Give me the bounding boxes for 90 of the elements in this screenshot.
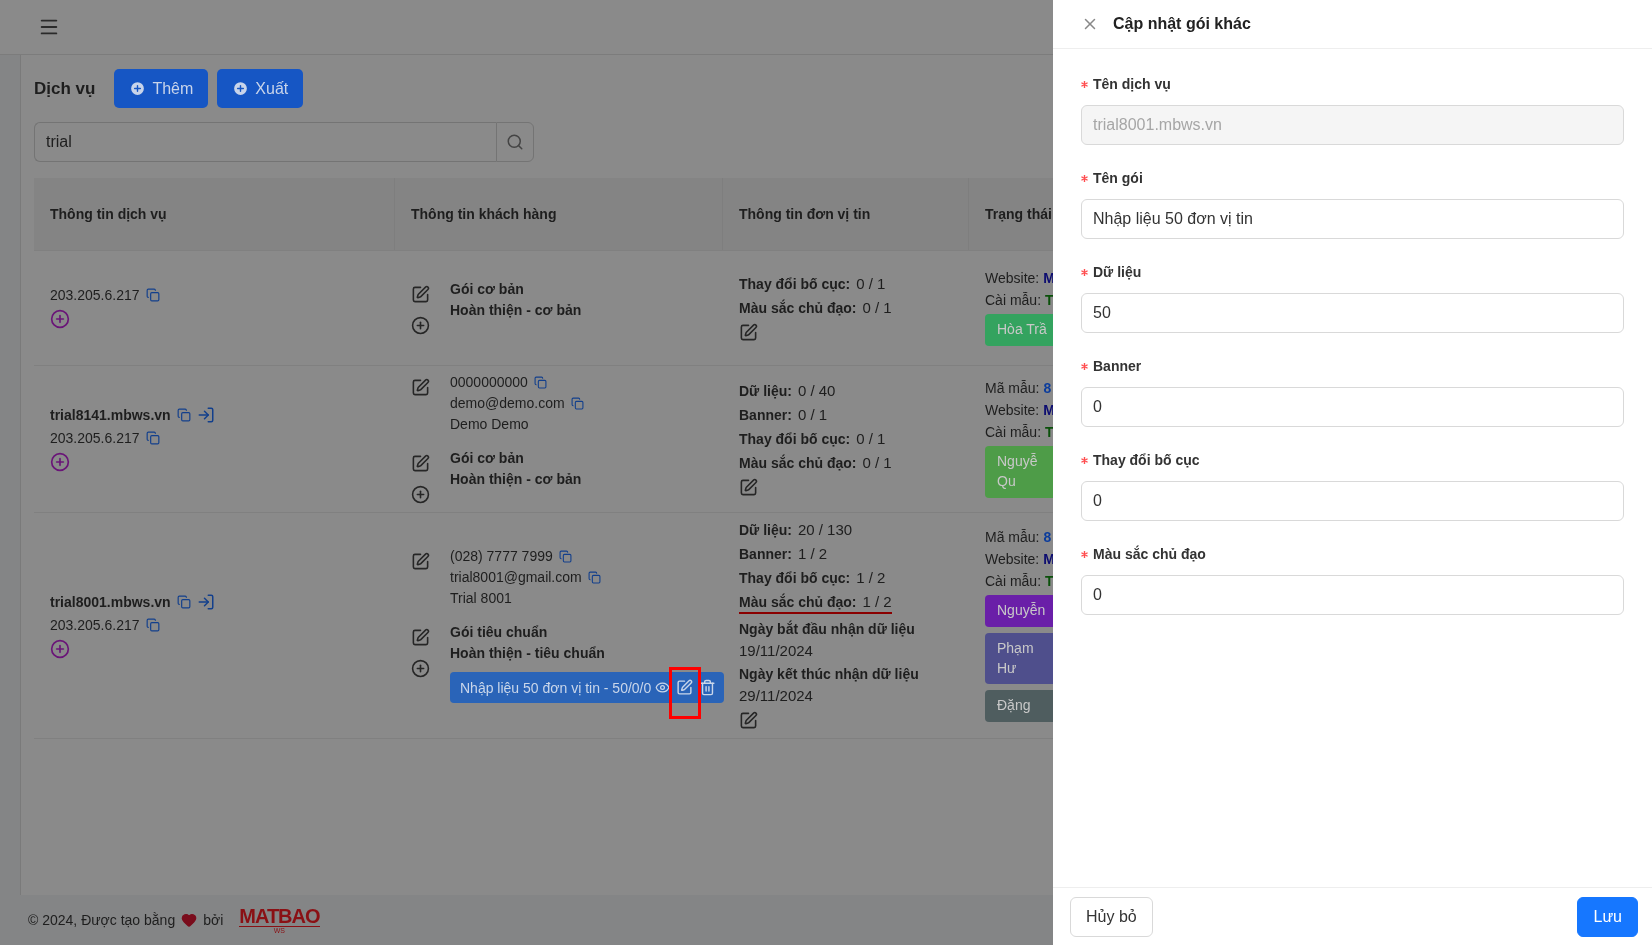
edit-icon[interactable]: [411, 552, 430, 571]
ip-text: 203.205.6.217: [50, 287, 140, 303]
column-header: Thông tin khách hàng: [395, 178, 723, 250]
package-name: Gói tiêu chuẩn: [450, 624, 549, 640]
stat-line: Thay đổi bố cục: 0 / 1: [739, 274, 886, 292]
package-name: Gói cơ bản: [450, 281, 525, 297]
add-icon[interactable]: [411, 316, 430, 335]
copy-icon[interactable]: [570, 396, 584, 410]
field-label: Thay đổi bố cục: [1093, 452, 1200, 468]
status-line: Cài mẫu: T: [985, 424, 1054, 441]
input-field[interactable]: 0: [1081, 481, 1624, 521]
action-button[interactable]: Thêm: [114, 69, 209, 108]
by-text: bởi: [203, 912, 224, 928]
copy-icon[interactable]: [176, 594, 191, 609]
search-icon: [506, 133, 524, 151]
add-icon[interactable]: [50, 309, 70, 329]
page-title: Dịch vụ: [34, 78, 96, 99]
domain-text: trial8141.mbws.vn: [50, 407, 171, 423]
input-field[interactable]: Nhập liệu 50 đơn vị tin: [1081, 199, 1624, 239]
date-label: Ngày bắt đầu nhận dữ liệu: [739, 621, 916, 637]
domain-text: trial8001.mbws.vn: [50, 593, 171, 610]
copyright-text: © 2024, Được tạo bằng: [28, 912, 176, 928]
copy-icon[interactable]: [176, 408, 191, 422]
status-line: Cài mẫu: T: [985, 573, 1054, 590]
edit-icon[interactable]: [411, 628, 430, 647]
stat-line: Dữ liệu: 20 / 130: [739, 521, 853, 538]
stat-line: Màu sắc chủ đạo: 1 / 2: [739, 593, 892, 614]
package-detail-text: Hoàn thiện - cơ bản: [450, 302, 582, 318]
email-text: demo@demo.com: [450, 395, 565, 411]
search-button[interactable]: [496, 122, 534, 162]
field-label: Màu sắc chủ đạo: [1093, 546, 1206, 562]
save-button[interactable]: Lưu: [1577, 896, 1638, 937]
action-button[interactable]: Xuất: [217, 69, 304, 108]
copy-icon[interactable]: [558, 549, 572, 563]
stat-line: Màu sắc chủ đạo: 0 / 1: [739, 453, 892, 471]
stat-line: Dữ liệu: 0 / 40: [739, 381, 836, 399]
copy-icon[interactable]: [587, 570, 601, 584]
drawer-title: Cập nhật gói khác: [1113, 15, 1251, 33]
plus-circle-icon: [129, 80, 147, 97]
customer-name: Trial 8001: [450, 590, 513, 606]
stat-line: Banner: 1 / 2: [739, 545, 828, 562]
search-field[interactable]: trial: [34, 122, 496, 162]
copy-icon[interactable]: [145, 617, 160, 632]
copy-icon[interactable]: [145, 431, 160, 445]
plus-circle-icon: [232, 80, 250, 97]
package-detail-text: Hoàn thiện - tiêu chuẩn: [450, 645, 606, 661]
date-label: Ngày kết thúc nhận dữ liệu: [739, 666, 920, 682]
ip-text: 203.205.6.217: [50, 430, 140, 446]
edit-icon[interactable]: [739, 477, 758, 497]
column-header: Trạng thái: [969, 178, 1054, 250]
ip-text: 203.205.6.217: [50, 616, 140, 633]
column-header: Thông tin dịch vụ: [34, 178, 395, 250]
stat-line: Thay đổi bố cục: 0 / 1: [739, 429, 886, 447]
add-icon[interactable]: [50, 452, 70, 472]
stat-line: Banner: 0 / 1: [739, 405, 828, 423]
field-label: Banner: [1093, 358, 1142, 374]
date-value: 29/11/2024: [739, 687, 814, 704]
input-field[interactable]: 50: [1081, 293, 1624, 333]
stat-line: Thay đổi bố cục: 1 / 2: [739, 569, 886, 586]
input-field[interactable]: 0: [1081, 387, 1624, 427]
date-value: 19/11/2024: [739, 642, 814, 659]
heart-icon: [181, 912, 198, 928]
copy-icon[interactable]: [533, 375, 547, 389]
add-icon[interactable]: [411, 485, 430, 504]
edit-icon[interactable]: [411, 454, 430, 473]
edit-icon[interactable]: [739, 711, 758, 730]
status-line: Mã mẫu: 8: [985, 380, 1052, 397]
field-label: Dữ liệu: [1093, 264, 1142, 280]
edit-icon[interactable]: [411, 285, 430, 304]
input-field[interactable]: 0: [1081, 575, 1624, 615]
package-name: Gói cơ bản: [450, 450, 525, 466]
phone-text: 0000000000: [450, 374, 528, 390]
status-line: Mã mẫu: 8: [985, 529, 1052, 546]
add-icon[interactable]: [411, 659, 430, 678]
edit-icon[interactable]: [411, 378, 430, 397]
login-icon[interactable]: [196, 592, 215, 611]
cancel-button[interactable]: Hủy bỏ: [1070, 896, 1153, 937]
package-detail-text: Hoàn thiện - cơ bản: [450, 471, 582, 487]
column-header: Thông tin đơn vị tin: [723, 178, 969, 250]
add-icon[interactable]: [50, 638, 70, 659]
login-icon[interactable]: [196, 406, 215, 424]
edit-icon[interactable]: [739, 322, 758, 342]
field-label: Tên dịch vụ: [1093, 76, 1171, 92]
stat-line: Màu sắc chủ đạo: 0 / 1: [739, 298, 892, 316]
status-line: Cài mẫu: T: [985, 292, 1054, 309]
customer-name: Demo Demo: [450, 416, 530, 432]
copy-icon[interactable]: [145, 288, 160, 302]
email-text: trial8001@gmail.com: [450, 569, 582, 585]
phone-text: (028) 7777 7999: [450, 548, 553, 564]
field-label: Tên gói: [1093, 170, 1143, 186]
